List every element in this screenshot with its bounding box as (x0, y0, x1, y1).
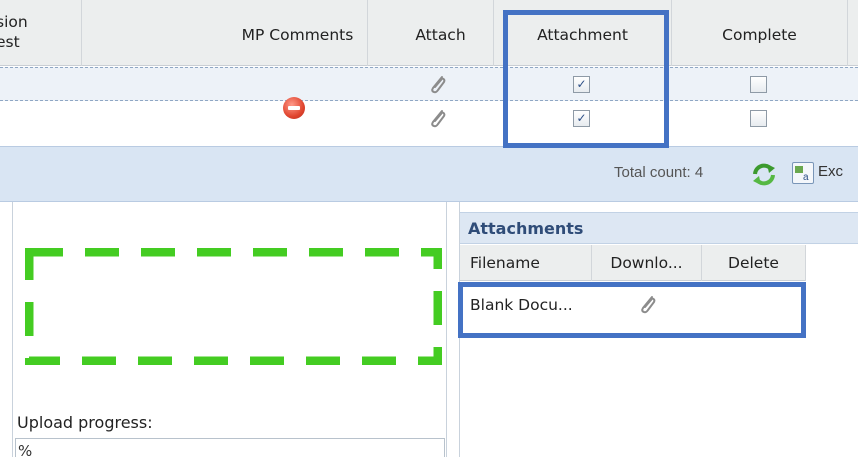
file-drop-zone[interactable] (25, 248, 442, 365)
delete-icon[interactable] (283, 97, 305, 119)
task-grid: sionest ExtensionRequest Date MP Comment… (0, 0, 858, 457)
table-row[interactable]: ✓ (0, 67, 858, 101)
panel-title: Attachments (468, 219, 584, 238)
column-header-label: Filename (470, 254, 540, 272)
column-header-label: Downlo... (610, 254, 683, 272)
upload-progress-value: % (18, 442, 33, 457)
paperclip-icon[interactable] (428, 108, 448, 130)
export-label: Exc (818, 163, 844, 180)
column-header-attach[interactable]: Attach (368, 0, 494, 66)
column-header-complete[interactable]: Complete (672, 0, 848, 66)
refresh-icon[interactable] (750, 161, 778, 187)
complete-checkbox[interactable] (750, 110, 767, 127)
column-header-label: sion est (0, 12, 81, 52)
panel-divider (12, 202, 13, 457)
highlight-box-attachment-column (503, 10, 669, 148)
column-header-filename[interactable]: Filename (460, 245, 592, 281)
grid-header: sionest ExtensionRequest Date MP Comment… (0, 0, 858, 457)
panel-divider (446, 202, 447, 457)
complete-checkbox[interactable] (750, 76, 767, 93)
export-button[interactable]: a Exc (790, 159, 858, 189)
upload-progress-label: Upload progress: (17, 413, 153, 432)
column-header-label: MP Comments (241, 26, 354, 44)
column-header-delete[interactable]: Delete (702, 245, 806, 281)
column-header-label: Attach (415, 26, 466, 44)
excel-export-icon: a (792, 162, 814, 184)
column-header-label: Delete (728, 254, 779, 272)
svg-text:a: a (803, 172, 809, 183)
column-header-mp-comments[interactable]: MP Comments (228, 0, 368, 66)
attachments-grid-header: Filename Downlo... Delete (460, 245, 806, 281)
column-header-label-line: est (0, 33, 20, 51)
upload-progress-bar: % (15, 438, 445, 457)
paperclip-icon[interactable] (428, 74, 448, 96)
column-header-extension-request[interactable]: sion est (0, 0, 82, 66)
column-header-label-line: sion (0, 13, 28, 31)
column-header-download[interactable]: Downlo... (592, 245, 702, 281)
table-row[interactable]: ✓ (0, 102, 858, 136)
grid-paging-toolbar: Total count: 4 a Exc (0, 146, 858, 202)
attachments-panel-header: Attachments (460, 212, 858, 244)
highlight-box-attachment-row (458, 282, 806, 338)
column-header-label: Complete (722, 26, 797, 44)
total-count: Total count: 4 (614, 164, 704, 181)
